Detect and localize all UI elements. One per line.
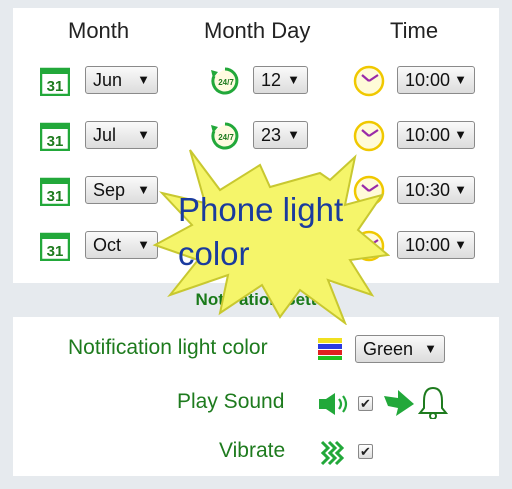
- chevron-down-icon: ▼: [137, 182, 150, 197]
- day-value: 23: [261, 125, 282, 145]
- chevron-down-icon: ▼: [137, 237, 150, 252]
- month-select[interactable]: Jun ▼: [85, 66, 158, 94]
- time-value: 10:00: [405, 70, 451, 90]
- play-sound-checkbox[interactable]: ✔: [358, 396, 373, 411]
- calendar-icon: 31: [40, 122, 70, 151]
- time-select[interactable]: 10:00 ▼: [397, 231, 475, 259]
- always-icon-text: 24/7: [218, 78, 234, 87]
- chevron-down-icon: ▼: [454, 182, 467, 197]
- month-value: Jun: [93, 70, 123, 90]
- vibrate-label: Vibrate: [219, 439, 286, 462]
- vibrate-checkbox[interactable]: ✔: [358, 444, 373, 459]
- speaker-icon: [319, 393, 348, 415]
- calendar-icon-number: 31: [47, 188, 64, 205]
- calendar-icon: 31: [40, 177, 70, 206]
- play-sound-label: Play Sound: [177, 390, 285, 413]
- calendar-icon: 31: [40, 67, 70, 96]
- chevron-down-icon: ▼: [287, 72, 300, 87]
- month-column-header: Month: [68, 18, 130, 43]
- time-value: 10:00: [405, 125, 451, 145]
- notification-light-label: Notification light color: [68, 336, 268, 359]
- chevron-down-icon: ▼: [137, 127, 150, 142]
- calendar-icon: 31: [40, 232, 70, 261]
- vibrate-icon: [320, 440, 345, 466]
- time-column-header: Time: [390, 18, 439, 43]
- always-24-7-icon: 24/7: [211, 67, 239, 95]
- day-value: 12: [261, 70, 282, 90]
- calendar-icon-number: 31: [47, 133, 64, 150]
- light-color-select[interactable]: Green ▼: [355, 335, 445, 363]
- chevron-down-icon: ▼: [137, 72, 150, 87]
- bell-icon: [418, 386, 448, 419]
- callout-text: Phone light color: [178, 191, 344, 272]
- month-select[interactable]: Jul ▼: [85, 121, 158, 149]
- time-select[interactable]: 10:00 ▼: [397, 121, 475, 149]
- always-icon-text: 24/7: [218, 133, 234, 142]
- chevron-down-icon: ▼: [454, 72, 467, 87]
- calendar-icon-number: 31: [47, 78, 64, 95]
- clock-icon: [353, 65, 385, 97]
- chevron-down-icon: ▼: [454, 127, 467, 142]
- month-value: Jul: [93, 125, 117, 145]
- chevron-down-icon: ▼: [454, 237, 467, 252]
- time-value: 10:30: [405, 180, 451, 200]
- arrow-right-icon: [384, 390, 414, 416]
- top-strip: [13, 0, 499, 8]
- chevron-down-icon: ▼: [424, 341, 437, 356]
- time-value: 10:00: [405, 235, 451, 255]
- time-select[interactable]: 10:30 ▼: [397, 176, 475, 204]
- calendar-icon-number: 31: [47, 243, 64, 260]
- month-value: Sep: [93, 180, 126, 200]
- month-value: Oct: [93, 235, 122, 255]
- month-select[interactable]: Oct ▼: [85, 231, 158, 259]
- light-color-value: Green: [363, 339, 414, 359]
- time-select[interactable]: 10:00 ▼: [397, 66, 475, 94]
- month-day-column-header: Month Day: [204, 18, 311, 43]
- day-select[interactable]: 12 ▼: [253, 66, 308, 94]
- color-bars-icon: [318, 338, 342, 360]
- month-select[interactable]: Sep ▼: [85, 176, 158, 204]
